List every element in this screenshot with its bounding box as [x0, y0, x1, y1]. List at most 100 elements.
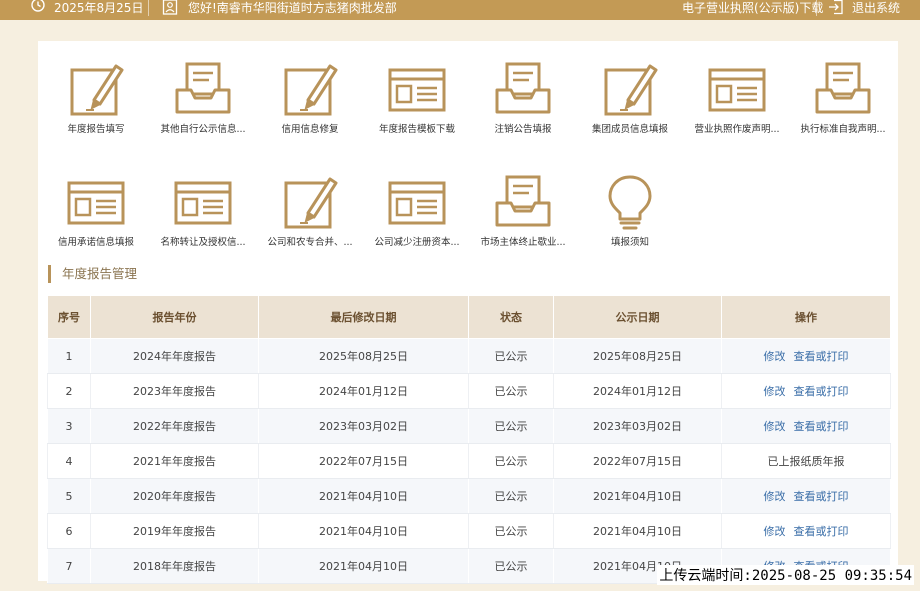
cell-published: 2022年07月15日: [553, 443, 722, 479]
table-row: 5 2020年年度报告 2021年04月10日 已公示 2021年04月10日 修改 查看或…: [47, 478, 891, 514]
edit-link[interactable]: 修改: [764, 385, 786, 398]
col-header-modified: 最后修改日期: [258, 295, 469, 339]
tile-label: 注销公告填报: [494, 124, 552, 135]
inbox-icon: [175, 62, 231, 114]
tile-6[interactable]: 营业执照作废声明...: [684, 60, 790, 135]
edit-link[interactable]: 修改: [764, 490, 786, 503]
view-print-link[interactable]: 查看或打印: [794, 525, 849, 538]
form-icon: [708, 68, 766, 112]
inbox-icon: [495, 62, 551, 114]
view-print-link[interactable]: 查看或打印: [794, 350, 849, 363]
cell-year: 2021年年度报告: [90, 443, 259, 479]
cell-year: 2024年年度报告: [90, 338, 259, 374]
table-body: 1 2024年年度报告 2025年08月25日 已公示 2025年08月25日 修改 查看或…: [47, 338, 891, 584]
paper-report-note: 已上报纸质年报: [767, 455, 845, 468]
edit-link[interactable]: 修改: [764, 350, 786, 363]
cell-no: 2: [47, 373, 91, 409]
cell-status: 已公示: [468, 548, 554, 584]
cell-status: 已公示: [468, 478, 554, 514]
cell-modified: 2022年07月15日: [258, 443, 469, 479]
cell-status: 已公示: [468, 443, 554, 479]
tile-5[interactable]: 集团成员信息填报: [577, 60, 683, 135]
pencil-icon: [70, 64, 124, 116]
tile-12[interactable]: 市场主体终止歇业...: [470, 173, 576, 248]
tile-2[interactable]: 信用信息修复: [257, 60, 363, 135]
upload-timestamp: 上传云端时间:2025-08-25 09:35:54: [657, 565, 914, 585]
tile-1[interactable]: 其他自行公示信息...: [150, 60, 256, 135]
greeting-text: 您好!南睿市华阳街道时方志猪肉批发部: [188, 1, 397, 15]
col-header-status: 状态: [468, 295, 554, 339]
tile-9[interactable]: 名称转让及授权信...: [150, 173, 256, 248]
tile-label: 公司减少注册资本...: [374, 237, 460, 248]
tile-10[interactable]: 公司和农专合并、...: [257, 173, 363, 248]
cell-no: 1: [47, 338, 91, 374]
tile-label: 执行标准自我声明...: [800, 124, 886, 135]
table-header-row: 序号 报告年份 最后修改日期 状态 公示日期 操作: [47, 295, 891, 339]
tile-13[interactable]: 填报须知: [577, 173, 683, 248]
tile-label: 市场主体终止歇业...: [480, 237, 566, 248]
section-title: 年度报告管理: [48, 265, 137, 283]
logout-label: 退出系统: [852, 1, 901, 15]
greeting-area: 您好!南睿市华阳街道时方志猪肉批发部: [162, 0, 397, 20]
tile-11[interactable]: 公司减少注册资本...: [364, 173, 470, 248]
tile-4[interactable]: 注销公告填报: [470, 60, 576, 135]
tile-label: 年度报告模板下载: [378, 124, 455, 135]
tile-8[interactable]: 信用承诺信息填报: [43, 173, 149, 248]
edit-link[interactable]: 修改: [764, 420, 786, 433]
pencil-icon: [284, 64, 338, 116]
table-row: 3 2022年年度报告 2023年03月02日 已公示 2023年03月02日 修改 查看或…: [47, 408, 891, 444]
view-print-link[interactable]: 查看或打印: [794, 490, 849, 503]
tile-0[interactable]: 年度报告填写: [43, 60, 149, 135]
table-row: 6 2019年年度报告 2021年04月10日 已公示 2021年04月10日 修改 查看或…: [47, 513, 891, 549]
cell-modified: 2023年03月02日: [258, 408, 469, 444]
inbox-icon: [495, 175, 551, 227]
form-icon: [388, 68, 446, 112]
form-icon: [67, 181, 125, 225]
cell-actions: 修改查看或打印: [721, 408, 891, 444]
tile-7[interactable]: 执行标准自我声明...: [790, 60, 896, 135]
tile-label: 信用信息修复: [281, 124, 339, 135]
cell-published: 2021年04月10日: [553, 478, 722, 514]
pencil-icon: [604, 64, 658, 116]
cell-no: 4: [47, 443, 91, 479]
cell-no: 5: [47, 478, 91, 514]
annual-report-table: 序号 报告年份 最后修改日期 状态 公示日期 操作 1 2024年年度报告 2025…: [47, 295, 891, 584]
date-area: 2025年8月25日: [30, 0, 143, 20]
table-row: 2 2023年年度报告 2024年01月12日 已公示 2024年01月12日 修改 查看或…: [47, 373, 891, 409]
cell-published: 2024年01月12日: [553, 373, 722, 409]
form-icon: [388, 181, 446, 225]
logout-button[interactable]: 退出系统: [828, 0, 900, 20]
edit-link[interactable]: 修改: [764, 525, 786, 538]
tile-label: 公司和农专合并、...: [267, 237, 353, 248]
pencil-icon: [284, 177, 338, 229]
cell-actions: 修改查看或打印: [721, 373, 891, 409]
col-header-actions: 操作: [721, 295, 891, 339]
cell-published: 2025年08月25日: [553, 338, 722, 374]
date-text: 2025年8月25日: [54, 1, 144, 15]
cell-year: 2018年年度报告: [90, 548, 259, 584]
clock-icon: [31, 0, 45, 12]
logout-icon: [829, 0, 843, 15]
cell-status: 已公示: [468, 408, 554, 444]
cell-actions: 修改查看或打印: [721, 513, 891, 549]
cell-published: 2021年04月10日: [553, 513, 722, 549]
form-icon: [174, 181, 232, 225]
col-header-published: 公示日期: [553, 295, 722, 339]
tile-label: 填报须知: [610, 237, 649, 248]
license-download-link[interactable]: 电子营业执照(公示版)下载: [682, 0, 823, 20]
tile-3[interactable]: 年度报告模板下载: [364, 60, 470, 135]
cell-actions: 已上报纸质年报: [721, 443, 891, 479]
view-print-link[interactable]: 查看或打印: [794, 385, 849, 398]
cell-modified: 2021年04月10日: [258, 478, 469, 514]
tile-label: 名称转让及授权信...: [160, 237, 246, 248]
cell-year: 2019年年度报告: [90, 513, 259, 549]
cell-no: 7: [47, 548, 91, 584]
cell-modified: 2024年01月12日: [258, 373, 469, 409]
table-row: 1 2024年年度报告 2025年08月25日 已公示 2025年08月25日 修改 查看或…: [47, 338, 891, 374]
cell-year: 2020年年度报告: [90, 478, 259, 514]
view-print-link[interactable]: 查看或打印: [794, 420, 849, 433]
cell-status: 已公示: [468, 373, 554, 409]
tile-label: 其他自行公示信息...: [160, 124, 246, 135]
cell-published: 2023年03月02日: [553, 408, 722, 444]
cell-modified: 2025年08月25日: [258, 338, 469, 374]
